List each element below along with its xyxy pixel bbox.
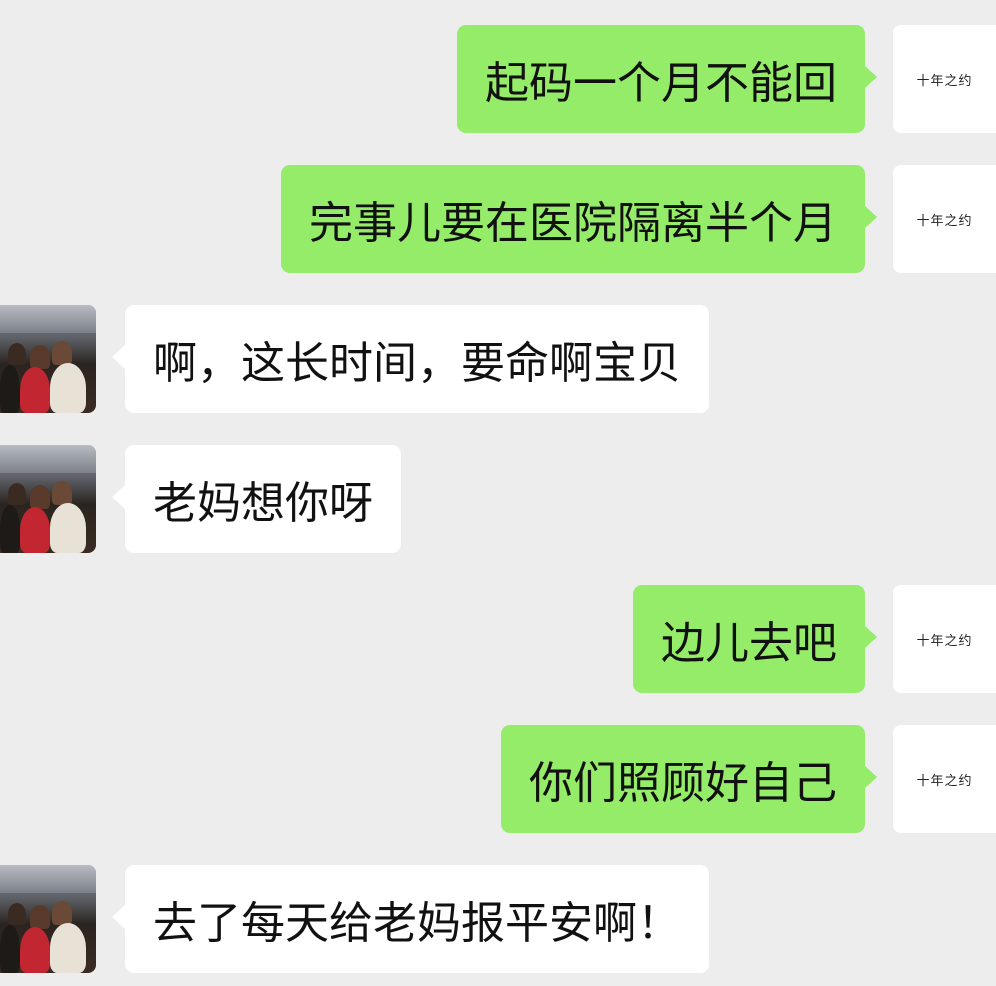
self-avatar[interactable]: 十年之约 (893, 165, 996, 273)
self-avatar-text: 十年之约 (916, 633, 973, 649)
message-text: 你们照顾好自己 (529, 758, 837, 809)
bubble-tail (112, 345, 125, 369)
message-row-outgoing: 你们照顾好自己 十年之约 (0, 725, 996, 833)
self-avatar-text: 十年之约 (916, 213, 973, 229)
message-bubble[interactable]: 老妈想你呀 (125, 445, 401, 553)
message-text: 完事儿要在医院隔离半个月 (309, 198, 837, 249)
contact-avatar[interactable] (0, 305, 96, 413)
message-row-incoming: 老妈想你呀 (0, 445, 996, 553)
contact-avatar[interactable] (0, 445, 96, 553)
bubble-tail (864, 65, 877, 89)
bubble-tail (112, 905, 125, 929)
self-avatar-text: 十年之约 (916, 773, 973, 789)
message-bubble[interactable]: 完事儿要在医院隔离半个月 (281, 165, 865, 273)
message-text: 去了每天给老妈报平安啊！ (153, 898, 681, 949)
message-bubble[interactable]: 边儿去吧 (633, 585, 865, 693)
message-row-incoming: 啊，这长时间，要命啊宝贝 (0, 305, 996, 413)
self-avatar[interactable]: 十年之约 (893, 725, 996, 833)
self-avatar-text: 十年之约 (916, 73, 973, 89)
message-bubble[interactable]: 起码一个月不能回 (457, 25, 865, 133)
message-row-outgoing: 起码一个月不能回 十年之约 (0, 25, 996, 133)
message-bubble[interactable]: 啊，这长时间，要命啊宝贝 (125, 305, 709, 413)
message-row-outgoing: 边儿去吧 十年之约 (0, 585, 996, 693)
bubble-tail (864, 625, 877, 649)
message-bubble[interactable]: 你们照顾好自己 (501, 725, 865, 833)
self-avatar[interactable]: 十年之约 (893, 585, 996, 693)
message-text: 起码一个月不能回 (485, 58, 837, 109)
message-text: 啊，这长时间，要命啊宝贝 (153, 338, 681, 389)
message-bubble[interactable]: 去了每天给老妈报平安啊！ (125, 865, 709, 973)
message-text: 老妈想你呀 (153, 478, 373, 529)
self-avatar[interactable]: 十年之约 (893, 25, 996, 133)
bubble-tail (864, 765, 877, 789)
bubble-tail (112, 485, 125, 509)
message-text: 边儿去吧 (661, 618, 837, 669)
contact-avatar[interactable] (0, 865, 96, 973)
message-row-outgoing: 完事儿要在医院隔离半个月 十年之约 (0, 165, 996, 273)
bubble-tail (864, 205, 877, 229)
message-row-incoming: 去了每天给老妈报平安啊！ (0, 865, 996, 973)
